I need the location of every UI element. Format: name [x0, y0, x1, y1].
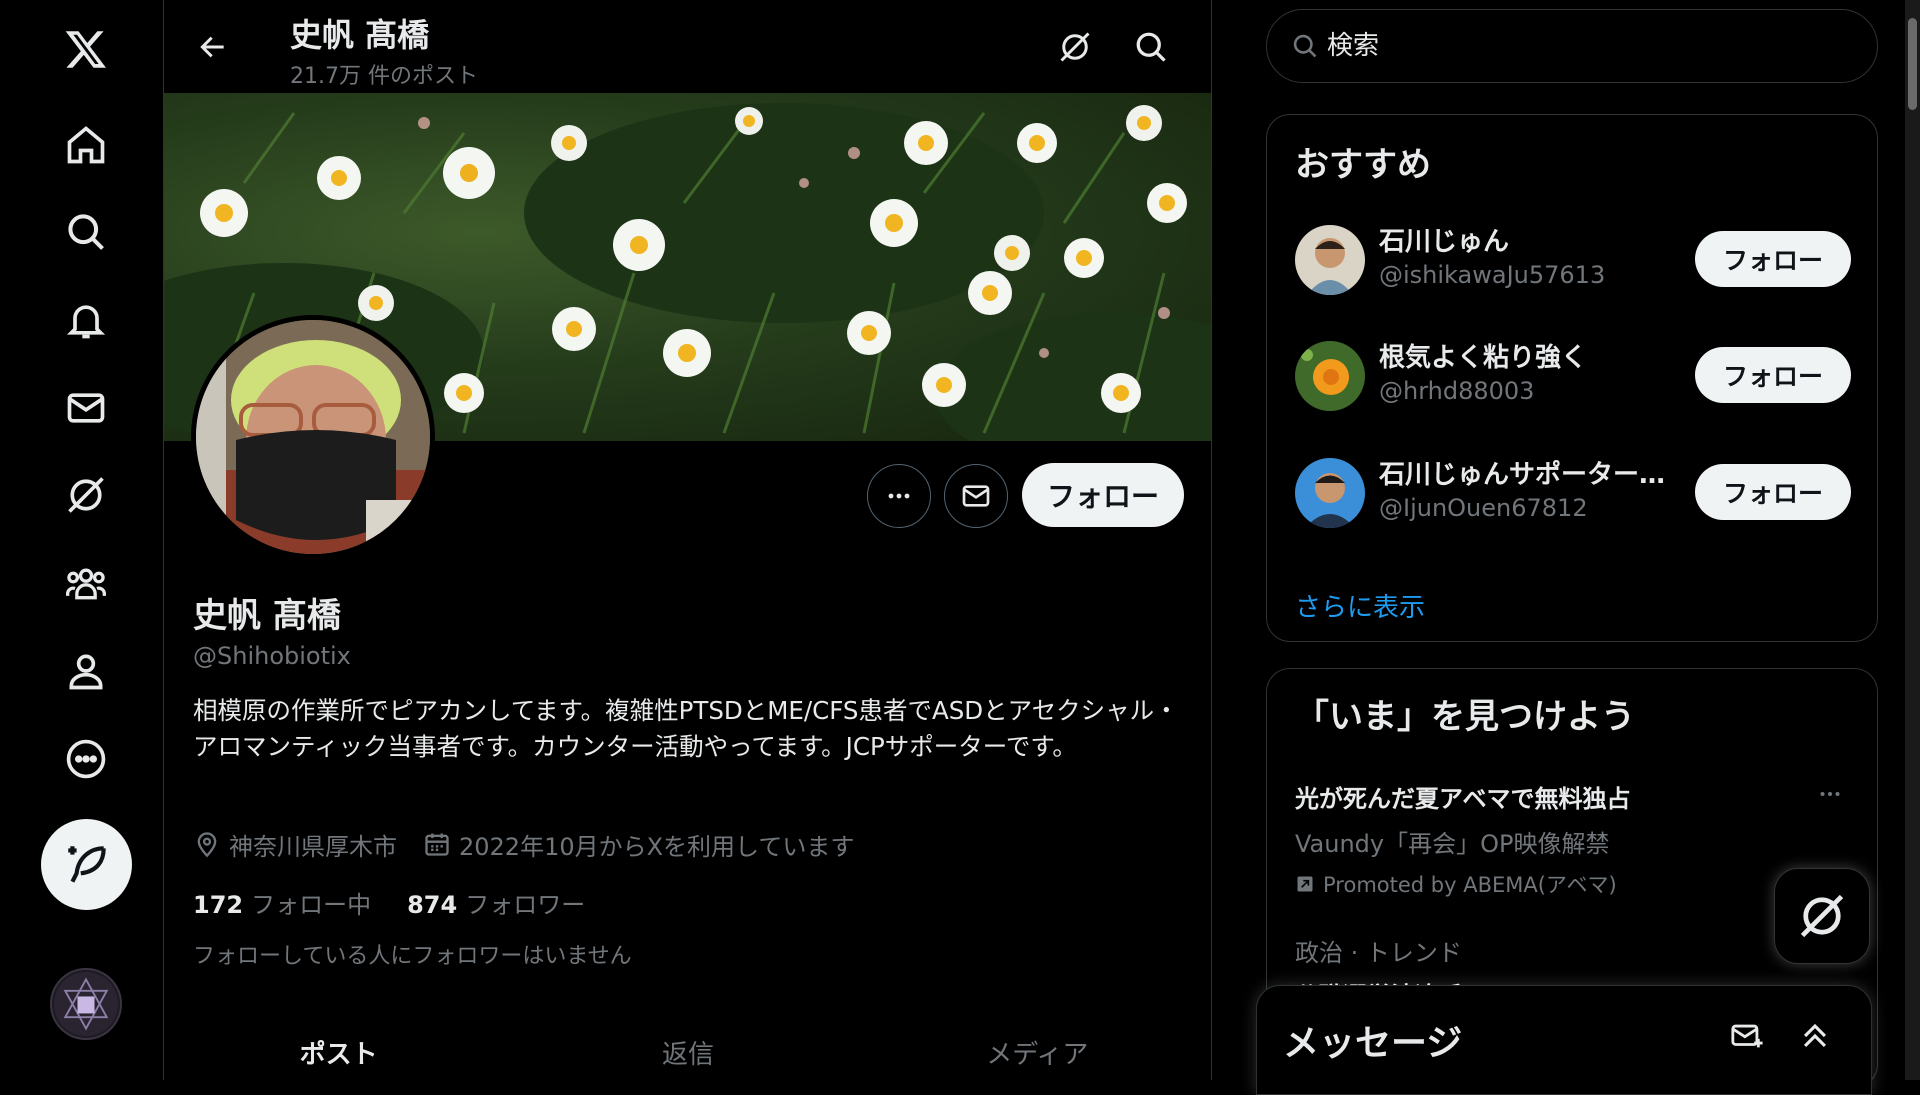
grok-icon[interactable]: [60, 469, 112, 521]
search-icon: [1136, 32, 1166, 62]
profile-header: 史帆 髙橋 21.7万 件のポスト: [164, 0, 1211, 93]
communities-icon[interactable]: [60, 557, 112, 609]
messages-title: メッセージ: [1283, 1023, 1463, 1064]
grok-button[interactable]: [1052, 24, 1098, 70]
new-message-button[interactable]: [1727, 1016, 1767, 1056]
followers-link[interactable]: 874 フォロワー: [407, 885, 585, 920]
compose-button[interactable]: [41, 819, 132, 910]
profile-avatar[interactable]: [191, 315, 435, 559]
post-count: 21.7万 件のポスト: [290, 64, 478, 89]
followers-you-know-note: フォローしている人にフォロワーはいません: [193, 944, 632, 969]
show-more-link[interactable]: さらに表示: [1295, 587, 1425, 624]
explore-title: 「いま」を見つけよう: [1295, 697, 1635, 737]
more-icon[interactable]: [60, 733, 112, 785]
follow-button[interactable]: フォロー: [1695, 231, 1851, 287]
tab-media[interactable]: メディア: [863, 1020, 1211, 1080]
location-icon: [197, 832, 217, 858]
profile-location: 神奈川県厚木市: [229, 832, 397, 861]
search-input[interactable]: [1327, 31, 1847, 61]
home-icon[interactable]: [60, 119, 112, 171]
compose-icon: [67, 845, 106, 883]
followers-label: フォロワー: [465, 891, 586, 919]
avatar[interactable]: [1295, 225, 1365, 295]
calendar-icon: [425, 833, 449, 856]
grok-icon: [1800, 894, 1844, 938]
avatar[interactable]: [1295, 458, 1365, 528]
suggestion-handle: @ishikawaJu57613: [1379, 261, 1606, 289]
profile-name: 史帆 髙橋: [193, 596, 341, 636]
tab-posts[interactable]: ポスト: [164, 1020, 513, 1080]
profile-stats: 172 フォロー中 874 フォロワー: [193, 885, 621, 920]
grok-floating-button[interactable]: [1774, 868, 1870, 964]
ellipsis-icon: [888, 493, 910, 499]
mail-icon: [962, 485, 990, 507]
promoted-icon: [1297, 876, 1313, 892]
page-scrollbar[interactable]: [1905, 0, 1920, 1080]
ellipsis-icon: [1820, 792, 1840, 796]
more-options-button[interactable]: [867, 464, 931, 528]
follow-button[interactable]: フォロー: [1695, 464, 1851, 520]
profile-bio: 相模原の作業所でピアカンしてます。複雑性PTSDとME/CFS患者でASDとアセ…: [193, 696, 1179, 761]
profile-meta: 神奈川県厚木市 2022年10月からXを利用しています: [193, 826, 854, 862]
trend-category: 政治 · トレンド: [1295, 939, 1462, 967]
profile-handle: @Shihobiotix: [193, 642, 351, 670]
search-box[interactable]: [1266, 9, 1878, 83]
following-link[interactable]: 172 フォロー中: [193, 885, 371, 920]
follow-button[interactable]: フォロー: [1022, 463, 1184, 527]
back-arrow-icon: [200, 36, 224, 58]
following-count: 172: [193, 891, 244, 919]
followers-count: 874: [407, 891, 458, 919]
profile-joined: 2022年10月からXを利用しています: [459, 832, 855, 861]
chevron-up-icon: [1803, 1023, 1827, 1048]
trend-more-button[interactable]: [1815, 779, 1851, 809]
new-message-icon: [1731, 1024, 1763, 1048]
search-icon[interactable]: [60, 206, 112, 258]
account-avatar[interactable]: [50, 968, 122, 1040]
messages-drawer[interactable]: メッセージ: [1256, 985, 1872, 1095]
header-name: 史帆 髙橋: [290, 16, 430, 54]
suggestion-name[interactable]: 根気よく粘り強く: [1379, 337, 1679, 374]
profile-search-button[interactable]: [1128, 24, 1174, 70]
trend-title: 光が死んだ夏アベマで無料独占: [1295, 785, 1631, 813]
mail-icon[interactable]: [60, 382, 112, 434]
recommend-card: おすすめ 石川じゅん @ishikawaJu57613 フォロー 根気よく粘り強…: [1266, 114, 1878, 642]
suggestion-handle: @IjunOuen67812: [1379, 494, 1588, 522]
tab-replies[interactable]: 返信: [513, 1020, 862, 1080]
suggestion-item[interactable]: 根気よく粘り強く @hrhd88003 フォロー: [1295, 337, 1851, 417]
scrollbar-thumb[interactable]: [1908, 18, 1917, 110]
avatar[interactable]: [1295, 341, 1365, 411]
suggestion-name[interactable]: 石川じゅんサポーター…: [1379, 454, 1679, 491]
profile-column: 史帆 髙橋 21.7万 件のポスト フォロー 史帆 髙橋 @Shihobioti…: [164, 0, 1212, 1080]
search-icon: [1293, 34, 1317, 58]
trend-subtitle: Vaundy「再会」OP映像解禁: [1295, 830, 1610, 858]
trend-item[interactable]: 光が死んだ夏アベマで無料独占 Vaundy「再会」OP映像解禁 Promoted…: [1295, 779, 1851, 899]
bell-icon[interactable]: [60, 294, 112, 346]
following-label: フォロー中: [251, 891, 372, 919]
suggestion-item[interactable]: 石川じゅんサポーター… @IjunOuen67812 フォロー: [1295, 454, 1851, 534]
suggestion-name[interactable]: 石川じゅん: [1379, 221, 1679, 258]
grok-icon: [1060, 32, 1090, 62]
back-button[interactable]: [190, 24, 236, 70]
suggestion-handle: @hrhd88003: [1379, 377, 1535, 405]
follow-button[interactable]: フォロー: [1695, 347, 1851, 403]
collapse-drawer-button[interactable]: [1795, 1016, 1835, 1056]
trend-promo: Promoted by ABEMA(アベマ): [1295, 869, 1851, 899]
profile-tabs: ポスト 返信 メディア: [164, 1020, 1211, 1080]
message-button[interactable]: [944, 464, 1008, 528]
suggestion-item[interactable]: 石川じゅん @ishikawaJu57613 フォロー: [1295, 221, 1851, 301]
left-navigation: [0, 0, 164, 1080]
promo-label: Promoted by ABEMA(アベマ): [1323, 873, 1617, 897]
profile-icon[interactable]: [60, 645, 112, 697]
recommend-title: おすすめ: [1295, 145, 1431, 185]
x-logo-icon[interactable]: [60, 23, 112, 75]
